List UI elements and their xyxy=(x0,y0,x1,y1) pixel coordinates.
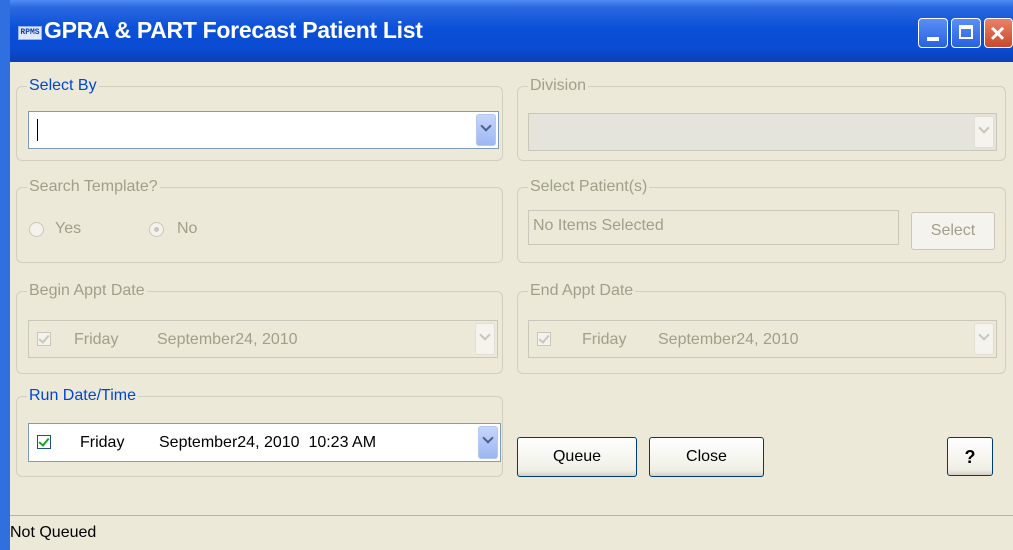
run-date-time-picker[interactable]: Friday September24, 2010 10:23 AM xyxy=(28,423,501,462)
radio-selected-dot xyxy=(154,227,159,232)
end-appt-date-checkbox[interactable] xyxy=(537,332,551,346)
select-by-dropdown-button[interactable] xyxy=(476,114,496,146)
search-template-no-radio[interactable] xyxy=(149,222,164,237)
end-appt-date-group: End Appt Date Friday September24, 2010 xyxy=(517,281,1006,374)
yes-label: Yes xyxy=(55,220,82,237)
checkmark-icon xyxy=(38,332,50,344)
select-by-combobox[interactable] xyxy=(28,111,499,149)
end-appt-date-label: End Appt Date xyxy=(528,281,636,301)
dialog-window: RPMS GPRA & PART Forecast Patient List ×… xyxy=(0,0,1013,550)
division-label: Division xyxy=(528,76,589,96)
begin-appt-date-checkbox[interactable] xyxy=(37,332,51,346)
begin-appt-date-dropdown-button[interactable] xyxy=(475,323,495,355)
maximize-icon xyxy=(959,25,973,39)
text-cursor xyxy=(37,119,38,141)
no-label: No xyxy=(177,220,198,237)
checkmark-icon xyxy=(538,332,550,344)
status-bar: Not Queued xyxy=(10,515,1013,550)
selected-patients-field[interactable]: No Items Selected xyxy=(528,210,899,245)
minimize-button[interactable] xyxy=(918,18,948,48)
select-patients-group: Select Patient(s) No Items Selected Sele… xyxy=(517,177,1006,263)
select-patients-button[interactable]: Select xyxy=(911,212,995,250)
end-appt-date-picker[interactable]: Friday September24, 2010 xyxy=(528,320,997,358)
begin-appt-date-group: Begin Appt Date Friday September24, 2010 xyxy=(16,281,503,374)
search-template-yes-radio[interactable] xyxy=(29,222,44,237)
chevron-down-icon xyxy=(479,329,491,341)
chevron-down-icon xyxy=(482,432,494,444)
run-date-time-value: September24, 2010 10:23 AM xyxy=(159,434,377,451)
window-left-border xyxy=(0,0,10,550)
chevron-down-icon xyxy=(480,120,492,132)
window-title: GPRA & PART Forecast Patient List xyxy=(44,17,423,43)
close-icon: × xyxy=(990,18,1006,48)
help-button[interactable]: ? xyxy=(947,437,993,476)
select-patients-label: Select Patient(s) xyxy=(528,177,650,197)
run-date-time-label: Run Date/Time xyxy=(27,386,138,406)
begin-appt-date-value: September24, 2010 xyxy=(157,331,298,348)
minimize-icon xyxy=(927,37,939,41)
run-date-time-group: Run Date/Time Friday September24, 2010 1… xyxy=(16,386,503,477)
begin-appt-date-picker[interactable]: Friday September24, 2010 xyxy=(28,320,498,358)
title-bar[interactable]: RPMS GPRA & PART Forecast Patient List × xyxy=(0,0,1013,62)
division-group: Division xyxy=(517,76,1006,161)
division-combobox[interactable] xyxy=(528,113,997,151)
close-button[interactable]: Close xyxy=(649,437,764,477)
begin-appt-date-label: Begin Appt Date xyxy=(27,281,147,301)
chevron-down-icon xyxy=(978,122,990,134)
status-text: Not Queued xyxy=(10,524,97,541)
close-window-button[interactable]: × xyxy=(984,18,1013,48)
search-template-label: Search Template? xyxy=(27,177,160,197)
app-icon: RPMS xyxy=(18,26,42,40)
run-date-time-checkbox[interactable] xyxy=(37,435,51,449)
end-appt-day: Friday xyxy=(582,331,627,348)
select-by-label: Select By xyxy=(27,76,99,96)
search-template-group: Search Template? Yes No xyxy=(16,177,503,263)
run-date-time-dropdown-button[interactable] xyxy=(478,426,498,459)
checkmark-icon xyxy=(38,435,50,447)
end-appt-date-dropdown-button[interactable] xyxy=(974,323,994,355)
maximize-button[interactable] xyxy=(951,18,981,48)
division-dropdown-button[interactable] xyxy=(974,116,994,148)
begin-appt-day: Friday xyxy=(74,331,119,348)
select-by-group: Select By xyxy=(16,76,503,161)
run-day: Friday xyxy=(80,434,125,451)
queue-button[interactable]: Queue xyxy=(517,437,637,477)
end-appt-date-value: September24, 2010 xyxy=(658,331,799,348)
chevron-down-icon xyxy=(978,329,990,341)
